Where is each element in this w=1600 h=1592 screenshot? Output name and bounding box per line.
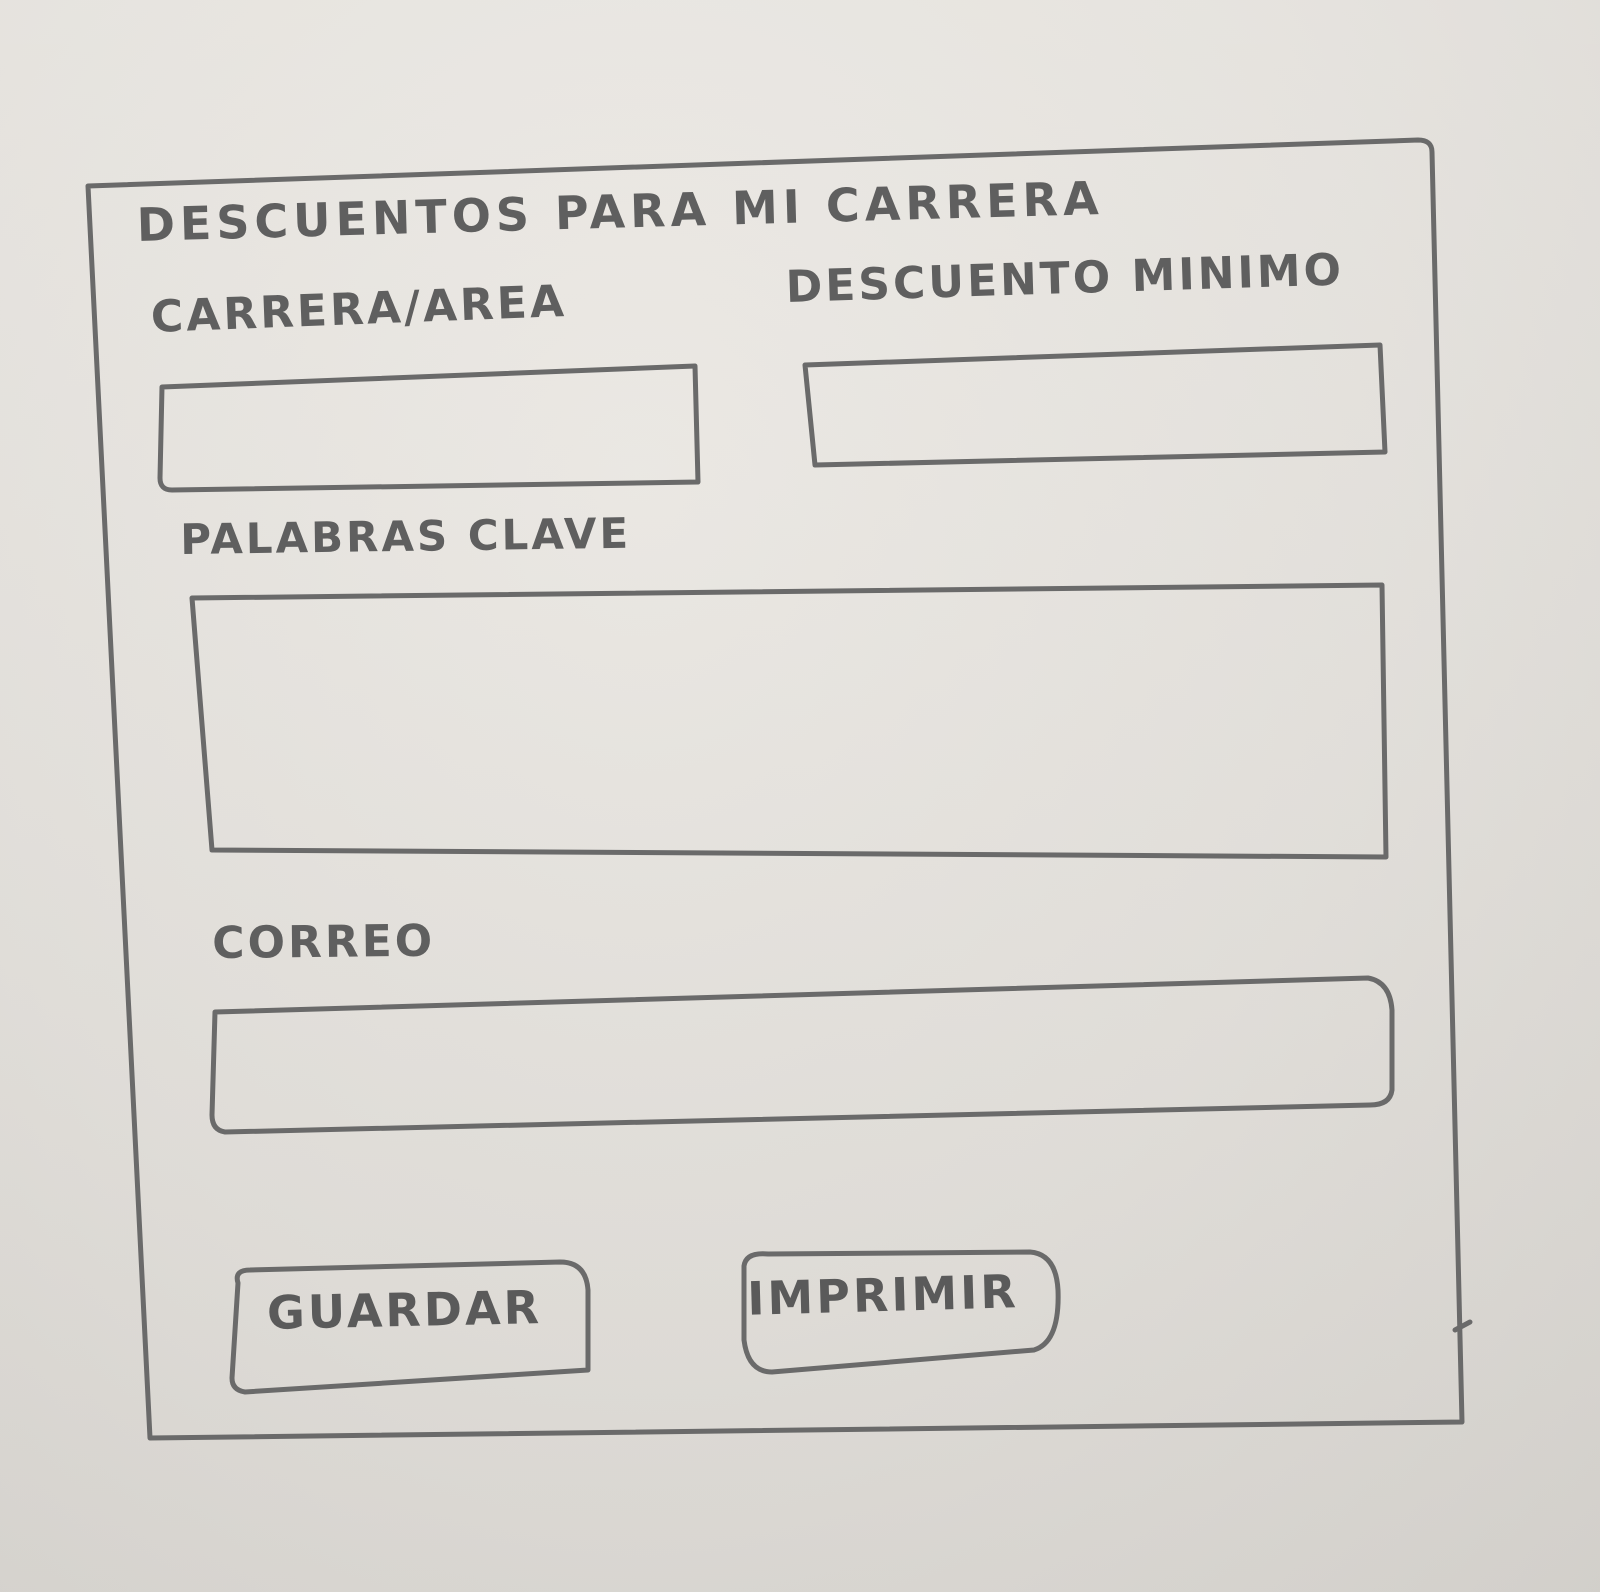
imprimir-button[interactable]: IMPRIMIR (721, 1241, 1046, 1350)
guardar-button[interactable]: GUARDAR (231, 1251, 578, 1368)
palabras-clave-label: PALABRAS CLAVE (180, 508, 632, 564)
descuento-minimo-input[interactable] (805, 355, 1355, 445)
correo-input[interactable] (215, 985, 1355, 1090)
correo-label: CORREO (212, 915, 436, 969)
carrera-area-input[interactable] (165, 378, 685, 470)
palabras-clave-input[interactable] (200, 595, 1350, 835)
